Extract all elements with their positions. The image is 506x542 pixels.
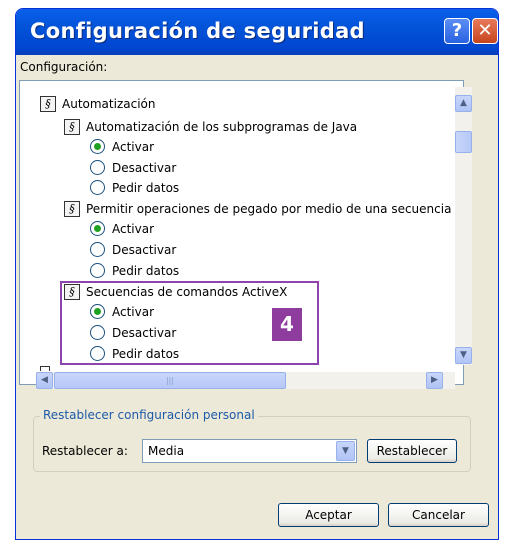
option-label: Activar xyxy=(112,222,155,236)
chevron-down-icon[interactable]: ▼ xyxy=(336,441,355,461)
option-label: Desactivar xyxy=(112,243,177,257)
reset-button[interactable]: Restablecer xyxy=(367,439,457,463)
radio-unselected[interactable] xyxy=(90,160,105,175)
reset-level-value: Media xyxy=(148,444,185,458)
step-number-badge: 4 xyxy=(272,308,302,341)
close-button[interactable]: ✕ xyxy=(472,18,498,44)
scroll-down-button[interactable]: ▼ xyxy=(455,347,472,364)
radio-unselected[interactable] xyxy=(90,242,105,257)
scroll-up-button[interactable]: ▲ xyxy=(455,95,472,112)
close-icon: ✕ xyxy=(477,20,493,41)
settings-label: Configuración: xyxy=(20,60,108,74)
option-label: Pedir datos xyxy=(112,181,180,195)
script-settings-icon: § xyxy=(64,119,80,135)
scroll-right-button[interactable]: ▶ xyxy=(426,372,443,389)
vertical-scrollbar[interactable]: ▲ ▼ xyxy=(455,87,472,365)
script-settings-icon xyxy=(40,366,50,371)
help-icon: ? xyxy=(451,20,463,41)
option-label: Pedir datos xyxy=(112,264,180,278)
script-settings-icon: § xyxy=(40,96,56,112)
script-settings-icon: § xyxy=(64,201,80,217)
radio-unselected[interactable] xyxy=(90,180,105,195)
cancel-button[interactable]: Cancelar xyxy=(388,503,489,527)
option-label: Desactivar xyxy=(112,161,177,175)
horizontal-scroll-thumb[interactable]: ||| xyxy=(54,372,286,389)
reset-to-label: Restablecer a: xyxy=(42,444,128,458)
scroll-left-button[interactable]: ◀ xyxy=(36,372,53,389)
reset-level-select[interactable]: Media ▼ xyxy=(142,439,357,463)
ok-button[interactable]: Aceptar xyxy=(278,503,379,527)
radio-selected[interactable] xyxy=(90,221,105,236)
setting-label: Permitir operaciones de pegado por medio… xyxy=(86,202,462,216)
dialog-title: Configuración de seguridad xyxy=(30,19,365,43)
help-button[interactable]: ? xyxy=(444,18,470,44)
title-bar[interactable]: Configuración de seguridad ? ✕ xyxy=(16,9,498,55)
horizontal-scrollbar[interactable]: ◀ ||| ▶ xyxy=(36,372,455,389)
vertical-scroll-thumb[interactable] xyxy=(455,131,472,153)
category-label: Automatización xyxy=(62,97,156,111)
reset-group-legend: Restablecer configuración personal xyxy=(40,408,258,422)
setting-label: Automatización de los subprogramas de Ja… xyxy=(86,120,358,134)
radio-unselected[interactable] xyxy=(90,263,105,278)
option-label: Activar xyxy=(112,140,155,154)
radio-selected[interactable] xyxy=(90,139,105,154)
